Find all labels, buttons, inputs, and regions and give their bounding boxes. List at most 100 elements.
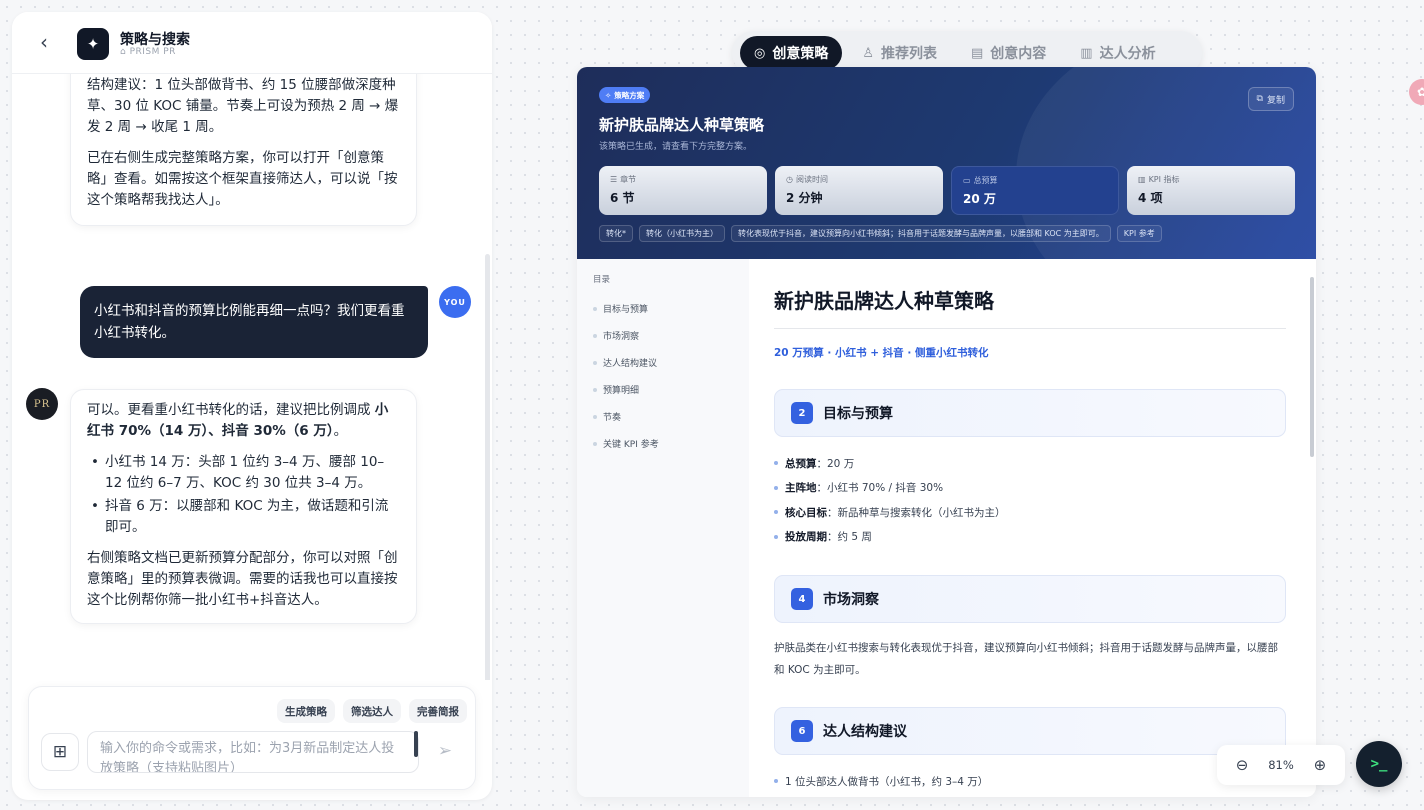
bullet-icon — [593, 414, 597, 419]
message-text: 可以。更看重小红书转化的话，建议把比例调成 — [87, 402, 375, 418]
stat-label: ☰ 章节 — [610, 174, 756, 185]
bullet-icon — [774, 485, 778, 490]
item-text: 1 位头部达人做背书（小红书，约 3–4 万） — [785, 775, 989, 788]
document-hero: ✧ 策略方案 ⧉ 复制 新护肤品牌达人种草策略 该策略已生成，请查看下方完整方案。 … — [577, 67, 1316, 259]
bullet-icon — [593, 441, 597, 446]
bullet-icon — [774, 510, 778, 515]
section-list: 1 位头部达人做背书（小红书，约 3–4 万） — [774, 769, 1286, 794]
list-item: 抖音 6 万：以腰部和 KOC 为主，做话题和引流即可。 — [87, 496, 400, 538]
input-scrollbar[interactable] — [414, 731, 418, 757]
user-message: 小红书和抖音的预算比例能再细一点吗？我们更看重小红书转化。 — [80, 286, 428, 358]
send-icon[interactable]: ➢ — [433, 739, 457, 763]
message-bullets: 小红书 14 万：头部 1 位约 3–4 万、腰部 10–12 位约 6–7 万… — [87, 452, 400, 538]
toc-label: 目标与预算 — [603, 305, 649, 315]
copy-button[interactable]: ⧉ 复制 — [1247, 87, 1294, 111]
item-key: 主阵地 — [785, 482, 817, 495]
tab-creator-analysis[interactable]: ▥ 达人分析 — [1066, 36, 1169, 70]
stat-label-text: 总预算 — [973, 176, 998, 185]
stat-value: 6 节 — [610, 191, 635, 205]
toc-item[interactable]: 达人结构建议 — [593, 349, 733, 376]
bar-chart-icon: ▥ — [1138, 175, 1146, 184]
terminal-icon[interactable]: >_ — [1356, 741, 1402, 787]
stat-label: ▭ 总预算 — [963, 175, 1107, 186]
quick-actions: 生成策略 筛选达人 完善简报 — [277, 699, 467, 723]
tab-label: 创意内容 — [990, 46, 1047, 62]
assistant-message: 结构建议：1 位头部做背书、约 15 位腰部做深度种草、30 位 KOC 铺量。… — [70, 74, 417, 226]
wallet-icon: ▭ — [963, 176, 971, 185]
toc-item[interactable]: 预算明细 — [593, 376, 733, 403]
section-header: 4 市场洞察 — [774, 575, 1286, 623]
chat-messages[interactable]: 结构建议：1 位头部做背书、约 15 位腰部做深度种草、30 位 KOC 铺量。… — [12, 74, 492, 680]
tab-label: 推荐列表 — [881, 46, 937, 62]
stat-value: 20 万 — [963, 192, 996, 206]
bullet-icon — [593, 387, 597, 392]
message-input[interactable]: 输入你的命令或需求，比如：为3月新品制定达人投放策略（支持粘贴图片） — [87, 731, 419, 773]
strategy-document: ✧ 策略方案 ⧉ 复制 新护肤品牌达人种草策略 该策略已生成，请查看下方完整方案。 … — [577, 67, 1316, 797]
chat-panel: ‹ ✦ 策略与搜索 ⌂ PRISM PR 结构建议：1 位头部做背书、约 15 … — [12, 12, 492, 800]
toc-label: 关键 KPI 参考 — [603, 440, 659, 450]
item-key: 投放周期 — [785, 531, 827, 544]
document-icon: ▤ — [971, 45, 984, 61]
stat-reading-time: ◷ 阅读时间 2 分钟 — [775, 166, 943, 215]
list-item: 主阵地：小红书 70% / 抖音 30% — [774, 476, 1286, 501]
tab-creative-content[interactable]: ▤ 创意内容 — [957, 36, 1060, 70]
composer: 生成策略 筛选达人 完善简报 ⊞ 输入你的命令或需求，比如：为3月新品制定达人投… — [28, 686, 476, 790]
stat-label-text: 阅读时间 — [795, 175, 828, 184]
chip-filter-creators[interactable]: 筛选达人 — [343, 699, 401, 723]
section-number: 2 — [791, 402, 813, 424]
bullet-icon — [593, 306, 597, 311]
tag-row: 转化* 转化（小红书为主） 转化表现优于抖音，建议预算向小红书倾斜；抖音用于话题… — [599, 225, 1162, 242]
chip-generate-strategy[interactable]: 生成策略 — [277, 699, 335, 723]
toc-label: 达人结构建议 — [603, 359, 658, 369]
document-scrollbar[interactable] — [1310, 277, 1314, 457]
stat-chapters: ☰ 章节 6 节 — [599, 166, 767, 215]
item-value: ：新品种草与搜索转化（小红书为主） — [827, 506, 1006, 519]
toc-item[interactable]: 市场洞察 — [593, 322, 733, 349]
toc-item[interactable]: 目标与预算 — [593, 295, 733, 322]
content-title: 新护肤品牌达人种草策略 — [774, 285, 1286, 329]
item-value: ：约 5 周 — [827, 531, 872, 544]
tag: 转化* — [599, 225, 633, 242]
bullet-icon — [774, 779, 778, 784]
toc-label: 预算明细 — [603, 386, 640, 396]
tab-label: 创意策略 — [772, 46, 829, 62]
chat-header: ‹ ✦ 策略与搜索 ⌂ PRISM PR — [12, 12, 492, 74]
tab-recommend-list[interactable]: ♙ 推荐列表 — [848, 36, 951, 70]
bullet-icon — [774, 534, 778, 539]
chip-refine-brief[interactable]: 完善简报 — [409, 699, 467, 723]
section-paragraph: 护肤品类在小红书搜索与转化表现优于抖音，建议预算向小红书倾斜；抖音用于话题发酵与… — [774, 642, 1278, 676]
floating-assistant-icon[interactable]: ✿ — [1409, 79, 1424, 105]
chat-scrollbar[interactable] — [485, 254, 490, 680]
sparkle-logo-icon: ✦ — [77, 28, 109, 60]
section-header: 6 达人结构建议 — [774, 707, 1286, 755]
message-paragraph: 右侧策略文档已更新预算分配部分，你可以对照「创意策略」里的预算表微调。需要的话我… — [87, 550, 398, 608]
toc-label: 市场洞察 — [603, 332, 640, 342]
zoom-out-icon[interactable]: ⊖ — [1230, 753, 1254, 777]
message-paragraph: 可以。更看重小红书转化的话，建议把比例调成 小红书 70%（14 万）、抖音 3… — [87, 400, 400, 442]
toc-item[interactable]: 关键 KPI 参考 — [593, 430, 733, 457]
list-item: 总预算：20 万 — [774, 451, 1286, 476]
toc-item[interactable]: 节奏 — [593, 403, 733, 430]
chevron-left-icon[interactable]: ‹ — [40, 31, 60, 55]
tag: 转化表现优于抖音，建议预算向小红书倾斜；抖音用于话题发酵与品牌声量，以腰部和 K… — [731, 225, 1111, 242]
tag: 转化（小红书为主） — [639, 225, 725, 242]
bar-chart-icon: ▥ — [1080, 45, 1093, 61]
tab-creative-strategy[interactable]: ◎ 创意策略 — [740, 36, 843, 70]
stat-label: ▥ KPI 指标 — [1138, 174, 1284, 185]
stat-value: 2 分钟 — [786, 191, 823, 205]
zoom-controls: ⊖ 81% ⊕ — [1217, 745, 1345, 785]
stat-budget: ▭ 总预算 20 万 — [951, 166, 1119, 215]
stat-label-text: 章节 — [620, 175, 637, 184]
document-content[interactable]: 新护肤品牌达人种草策略 20 万预算 · 小红书 + 抖音 · 侧重小红书转化 … — [774, 259, 1286, 797]
item-value: ：20 万 — [816, 457, 855, 470]
list-icon: ☰ — [610, 175, 618, 184]
app-title: 策略与搜索 — [120, 32, 190, 48]
assistant-message: 可以。更看重小红书转化的话，建议把比例调成 小红书 70%（14 万）、抖音 3… — [70, 389, 417, 624]
bullet-icon — [593, 333, 597, 338]
image-upload-icon[interactable]: ⊞ — [41, 733, 79, 771]
zoom-in-icon[interactable]: ⊕ — [1308, 753, 1332, 777]
item-key: 核心目标 — [785, 506, 827, 519]
document-title: 新护肤品牌达人种草策略 — [599, 116, 765, 134]
section-list: 总预算：20 万 主阵地：小红书 70% / 抖音 30% 核心目标：新品种草与… — [774, 451, 1286, 549]
sparkle-icon: ✧ — [605, 90, 612, 100]
